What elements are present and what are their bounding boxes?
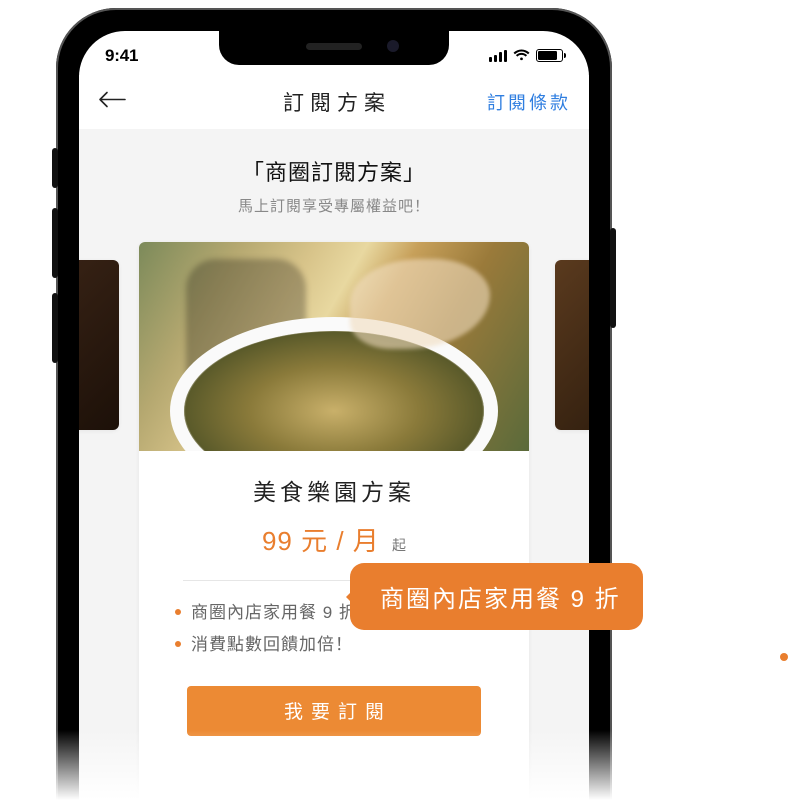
content: 「商圈訂閱方案」 馬上訂閱享受專屬權益吧！ 美食樂園方案 99 [79, 129, 589, 800]
status-icons [489, 49, 564, 62]
plan-card-next[interactable] [555, 260, 589, 430]
callout-bubble: 商圈內店家用餐 9 折 [350, 563, 643, 630]
status-time: 9:41 [105, 46, 138, 66]
hero: 「商圈訂閱方案」 馬上訂閱享受專屬權益吧！ [79, 129, 589, 222]
battery-icon [536, 49, 563, 62]
phone-frame: 9:41 訂閱方案 訂閱條款 「商圈訂閱方案」 [56, 8, 612, 800]
side-button [52, 148, 58, 188]
plan-carousel[interactable]: 美食樂園方案 99 元 / 月 起 商圈內店家用餐 9 折 消費點數回饋加倍！ [79, 242, 589, 800]
back-arrow-icon [97, 91, 127, 109]
stage: 9:41 訂閱方案 訂閱條款 「商圈訂閱方案」 [0, 0, 800, 800]
cellular-icon [489, 50, 508, 62]
plan-card-prev[interactable] [79, 260, 119, 430]
back-button[interactable] [97, 91, 127, 114]
plan-name: 美食樂園方案 [165, 473, 503, 507]
plan-price: 99 元 / 月 起 [165, 521, 503, 558]
side-button [52, 208, 58, 278]
nav-terms-link[interactable]: 訂閱條款 [487, 89, 571, 115]
notch [219, 31, 449, 65]
wifi-icon [513, 49, 530, 62]
side-button [610, 228, 616, 328]
nav-title: 訂閱方案 [277, 87, 391, 117]
nav-bar: 訂閱方案 訂閱條款 [79, 75, 589, 130]
hero-title: 「商圈訂閱方案」 [89, 155, 579, 187]
side-button [52, 293, 58, 363]
price-value: 99 [262, 526, 293, 556]
price-suffix: 起 [392, 537, 406, 553]
plan-card: 美食樂園方案 99 元 / 月 起 商圈內店家用餐 9 折 消費點數回饋加倍！ [139, 242, 529, 800]
benefit-item: 消費點數回饋加倍！ [191, 629, 503, 661]
price-unit: 元 / 月 [301, 526, 380, 556]
hero-subtitle: 馬上訂閱享受專屬權益吧！ [89, 195, 579, 216]
subscribe-button[interactable]: 我要訂閱 [187, 686, 481, 736]
callout-dot [780, 653, 788, 661]
screen: 9:41 訂閱方案 訂閱條款 「商圈訂閱方案」 [79, 31, 589, 800]
plan-image [139, 242, 529, 451]
